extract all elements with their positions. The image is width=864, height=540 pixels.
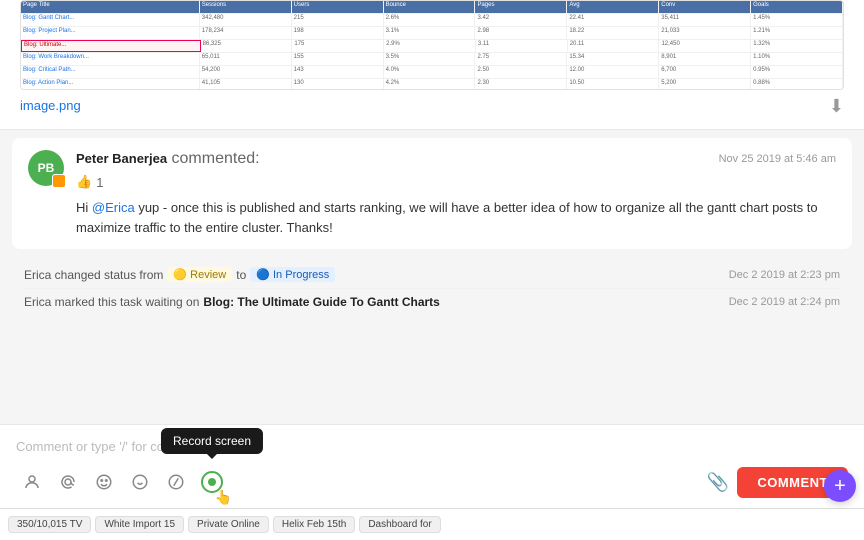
cursor-hand-icon: 👆	[215, 489, 232, 506]
slash-icon[interactable]	[160, 466, 192, 498]
download-icon[interactable]: ⬇	[829, 90, 844, 117]
person-icon[interactable]	[16, 466, 48, 498]
comment-block: PB Peter Banerjea commented: Nov 25 2019…	[12, 138, 852, 249]
image-filename[interactable]: image.png	[20, 90, 81, 117]
toolbar-icons: Record screen 👆	[16, 466, 228, 498]
status-from-badge: 🟡 Review	[167, 267, 232, 282]
attachment-icon[interactable]: 📎	[707, 472, 729, 493]
main-container: Page Title Sessions Users Bounce Pages A…	[0, 0, 864, 540]
like-button[interactable]: 👍 1	[76, 174, 836, 190]
comment-placeholder: Comment or type '/' for commands	[16, 439, 214, 454]
record-dot	[208, 478, 216, 486]
like-count: 1	[96, 175, 103, 190]
comment-text: Hi @Erica yup - once this is published a…	[76, 198, 836, 237]
comment-timestamp: Nov 25 2019 at 5:46 am	[719, 153, 836, 165]
image-section: Page Title Sessions Users Bounce Pages A…	[0, 0, 864, 130]
status-section: Erica changed status from 🟡 Review to 🔵 …	[0, 257, 864, 319]
mention-icon[interactable]	[52, 466, 84, 498]
taskbar-item-2[interactable]: White Import 15	[95, 516, 184, 533]
spreadsheet-preview: Page Title Sessions Users Bounce Pages A…	[20, 0, 844, 90]
comment-input-section: Comment or type '/' for commands	[0, 424, 864, 508]
emoji-icon[interactable]	[88, 466, 120, 498]
status-line-2: Erica marked this task waiting on Blog: …	[24, 289, 840, 315]
status-timestamp-2: Dec 2 2019 at 2:24 pm	[729, 296, 840, 308]
avatar-badge	[52, 174, 66, 188]
status-line-1: Erica changed status from 🟡 Review to 🔵 …	[24, 261, 840, 289]
record-screen-button[interactable]: Record screen 👆	[196, 466, 228, 498]
status-to-badge: 🔵 In Progress	[250, 267, 335, 282]
fab-button[interactable]: +	[824, 470, 856, 502]
taskbar: 350/10,015 TV White Import 15 Private On…	[0, 508, 864, 540]
task-link[interactable]: Blog: The Ultimate Guide To Gantt Charts	[203, 295, 439, 309]
comment-input[interactable]: Comment or type '/' for commands	[16, 435, 848, 462]
toolbar-row: Record screen 👆 📎 COMMENT	[16, 462, 848, 502]
comment-author: Peter Banerjea	[76, 151, 167, 166]
comment-action: commented:	[172, 150, 260, 167]
taskbar-item-3[interactable]: Private Online	[188, 516, 269, 533]
happy-face-icon[interactable]	[124, 466, 156, 498]
taskbar-item-4[interactable]: Helix Feb 15th	[273, 516, 355, 533]
comment-header: Peter Banerjea commented: Nov 25 2019 at…	[76, 150, 836, 168]
avatar: PB	[28, 150, 64, 186]
status-timestamp-1: Dec 2 2019 at 2:23 pm	[729, 269, 840, 281]
taskbar-item-5[interactable]: Dashboard for	[359, 516, 440, 533]
mention: @Erica	[92, 200, 135, 215]
taskbar-item-1[interactable]: 350/10,015 TV	[8, 516, 91, 533]
comment-body: Peter Banerjea commented: Nov 25 2019 at…	[76, 150, 836, 237]
